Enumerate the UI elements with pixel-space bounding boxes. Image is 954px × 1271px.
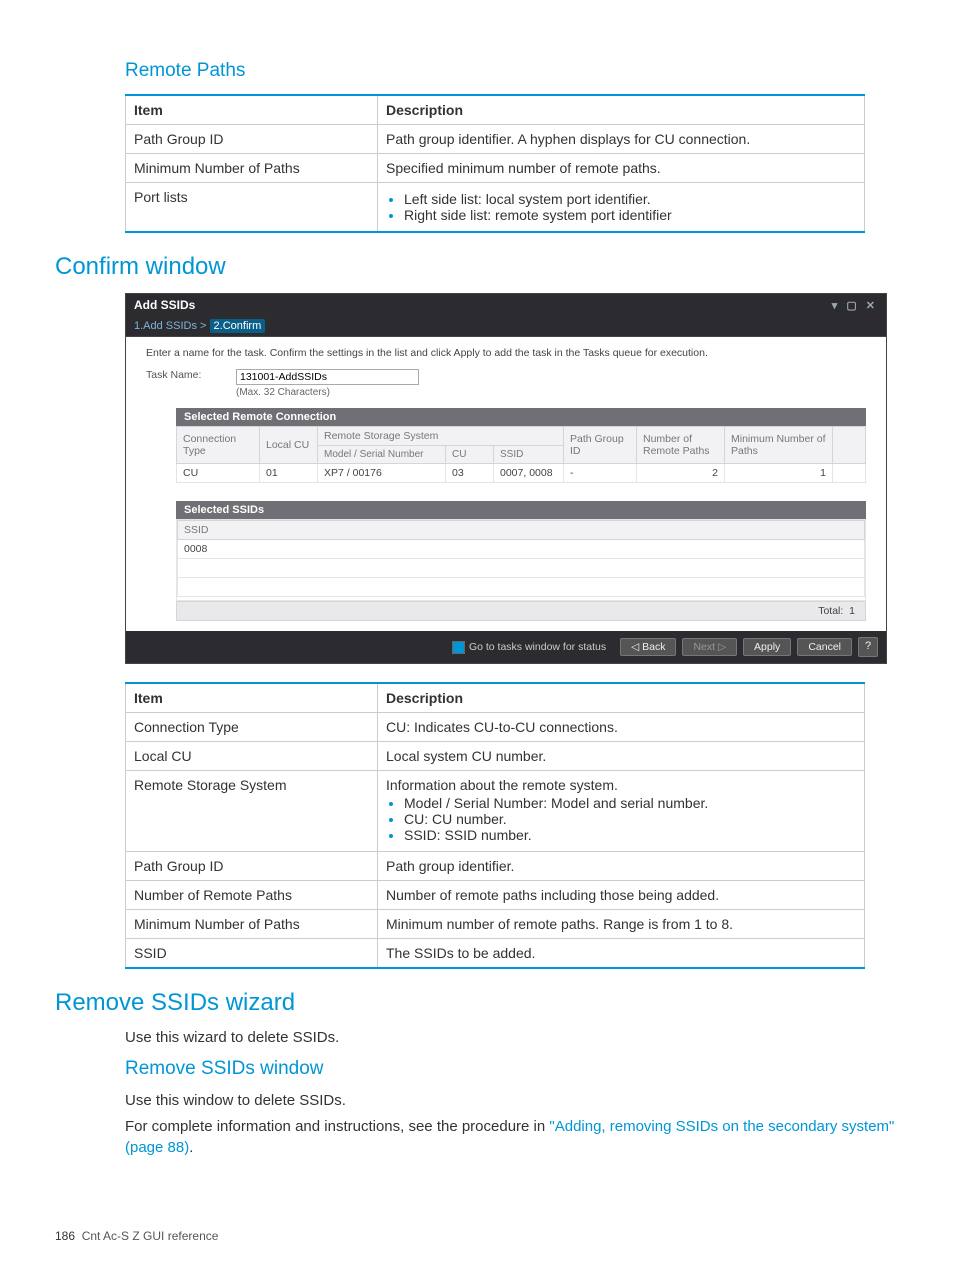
remote-paths-table: Item Description Path Group ID Path grou… <box>125 94 865 233</box>
selected-remote-connection-header: Selected Remote Connection <box>176 408 866 426</box>
remove-ssids-window-text2: For complete information and instruction… <box>125 1116 899 1158</box>
page-footer: 186 Cnt Ac-S Z GUI reference <box>55 1229 218 1243</box>
confirm-window-heading: Confirm window <box>55 253 899 281</box>
table-row: Local CU Local system CU number. <box>126 742 865 771</box>
wizard-breadcrumb: 1.Add SSIDs > 2.Confirm <box>126 316 886 337</box>
table-row: Port lists Left side list: local system … <box>126 183 865 233</box>
table-row <box>178 559 865 578</box>
remove-ssids-wizard-text: Use this wizard to delete SSIDs. <box>125 1027 899 1048</box>
col-desc: Description <box>378 683 865 713</box>
ssid-table: SSID 0008 <box>177 520 865 597</box>
col-item: Item <box>126 683 378 713</box>
back-button[interactable]: ◁ Back <box>620 638 676 656</box>
go-to-tasks-checkbox[interactable]: Go to tasks window for status <box>452 641 606 654</box>
remove-ssids-window-heading: Remove SSIDs window <box>125 1058 899 1080</box>
close-icon[interactable]: ✕ <box>866 300 878 312</box>
table-row: Remote Storage System Information about … <box>126 771 865 852</box>
table-row: SSID The SSIDs to be added. <box>126 939 865 969</box>
filter-icon[interactable]: ▾ <box>832 300 841 312</box>
confirm-window-screenshot: Add SSIDs ▾ ▢ ✕ 1.Add SSIDs > 2.Confirm … <box>125 293 887 664</box>
table-row: Minimum Number of Paths Specified minimu… <box>126 154 865 183</box>
maximize-icon[interactable]: ▢ <box>846 300 859 312</box>
remove-ssids-window-text1: Use this window to delete SSIDs. <box>125 1090 899 1111</box>
confirm-window-table: Item Description Connection Type CU: Ind… <box>125 682 865 969</box>
apply-button[interactable]: Apply <box>743 638 791 656</box>
selected-ssids-header: Selected SSIDs <box>176 501 866 519</box>
table-row: CU 01 XP7 / 00176 03 0007, 0008 - 2 1 <box>177 464 866 483</box>
table-row: Connection Type CU: Indicates CU-to-CU c… <box>126 713 865 742</box>
table-row: Minimum Number of Paths Minimum number o… <box>126 910 865 939</box>
total-bar: Total: 1 <box>176 601 866 621</box>
cancel-button[interactable]: Cancel <box>797 638 852 656</box>
task-name-label: Task Name: <box>146 369 216 381</box>
next-button: Next ▷ <box>682 638 737 656</box>
col-item: Item <box>126 95 378 125</box>
remote-paths-heading: Remote Paths <box>125 60 899 82</box>
task-name-input[interactable] <box>236 369 419 385</box>
table-row: Number of Remote Paths Number of remote … <box>126 881 865 910</box>
help-button[interactable]: ? <box>858 637 878 657</box>
table-row <box>178 578 865 597</box>
task-name-hint: (Max. 32 Characters) <box>236 387 419 398</box>
table-row: 0008 <box>178 540 865 559</box>
remote-connection-table: Connection Type Local CU Remote Storage … <box>176 426 866 483</box>
instruction-text: Enter a name for the task. Confirm the s… <box>146 347 866 359</box>
col-desc: Description <box>378 95 865 125</box>
table-row: Path Group ID Path group identifier. A h… <box>126 125 865 154</box>
dialog-title: Add SSIDs <box>134 298 195 312</box>
checkbox-icon <box>452 641 465 654</box>
table-row: Path Group ID Path group identifier. <box>126 852 865 881</box>
remove-ssids-wizard-heading: Remove SSIDs wizard <box>55 989 899 1017</box>
